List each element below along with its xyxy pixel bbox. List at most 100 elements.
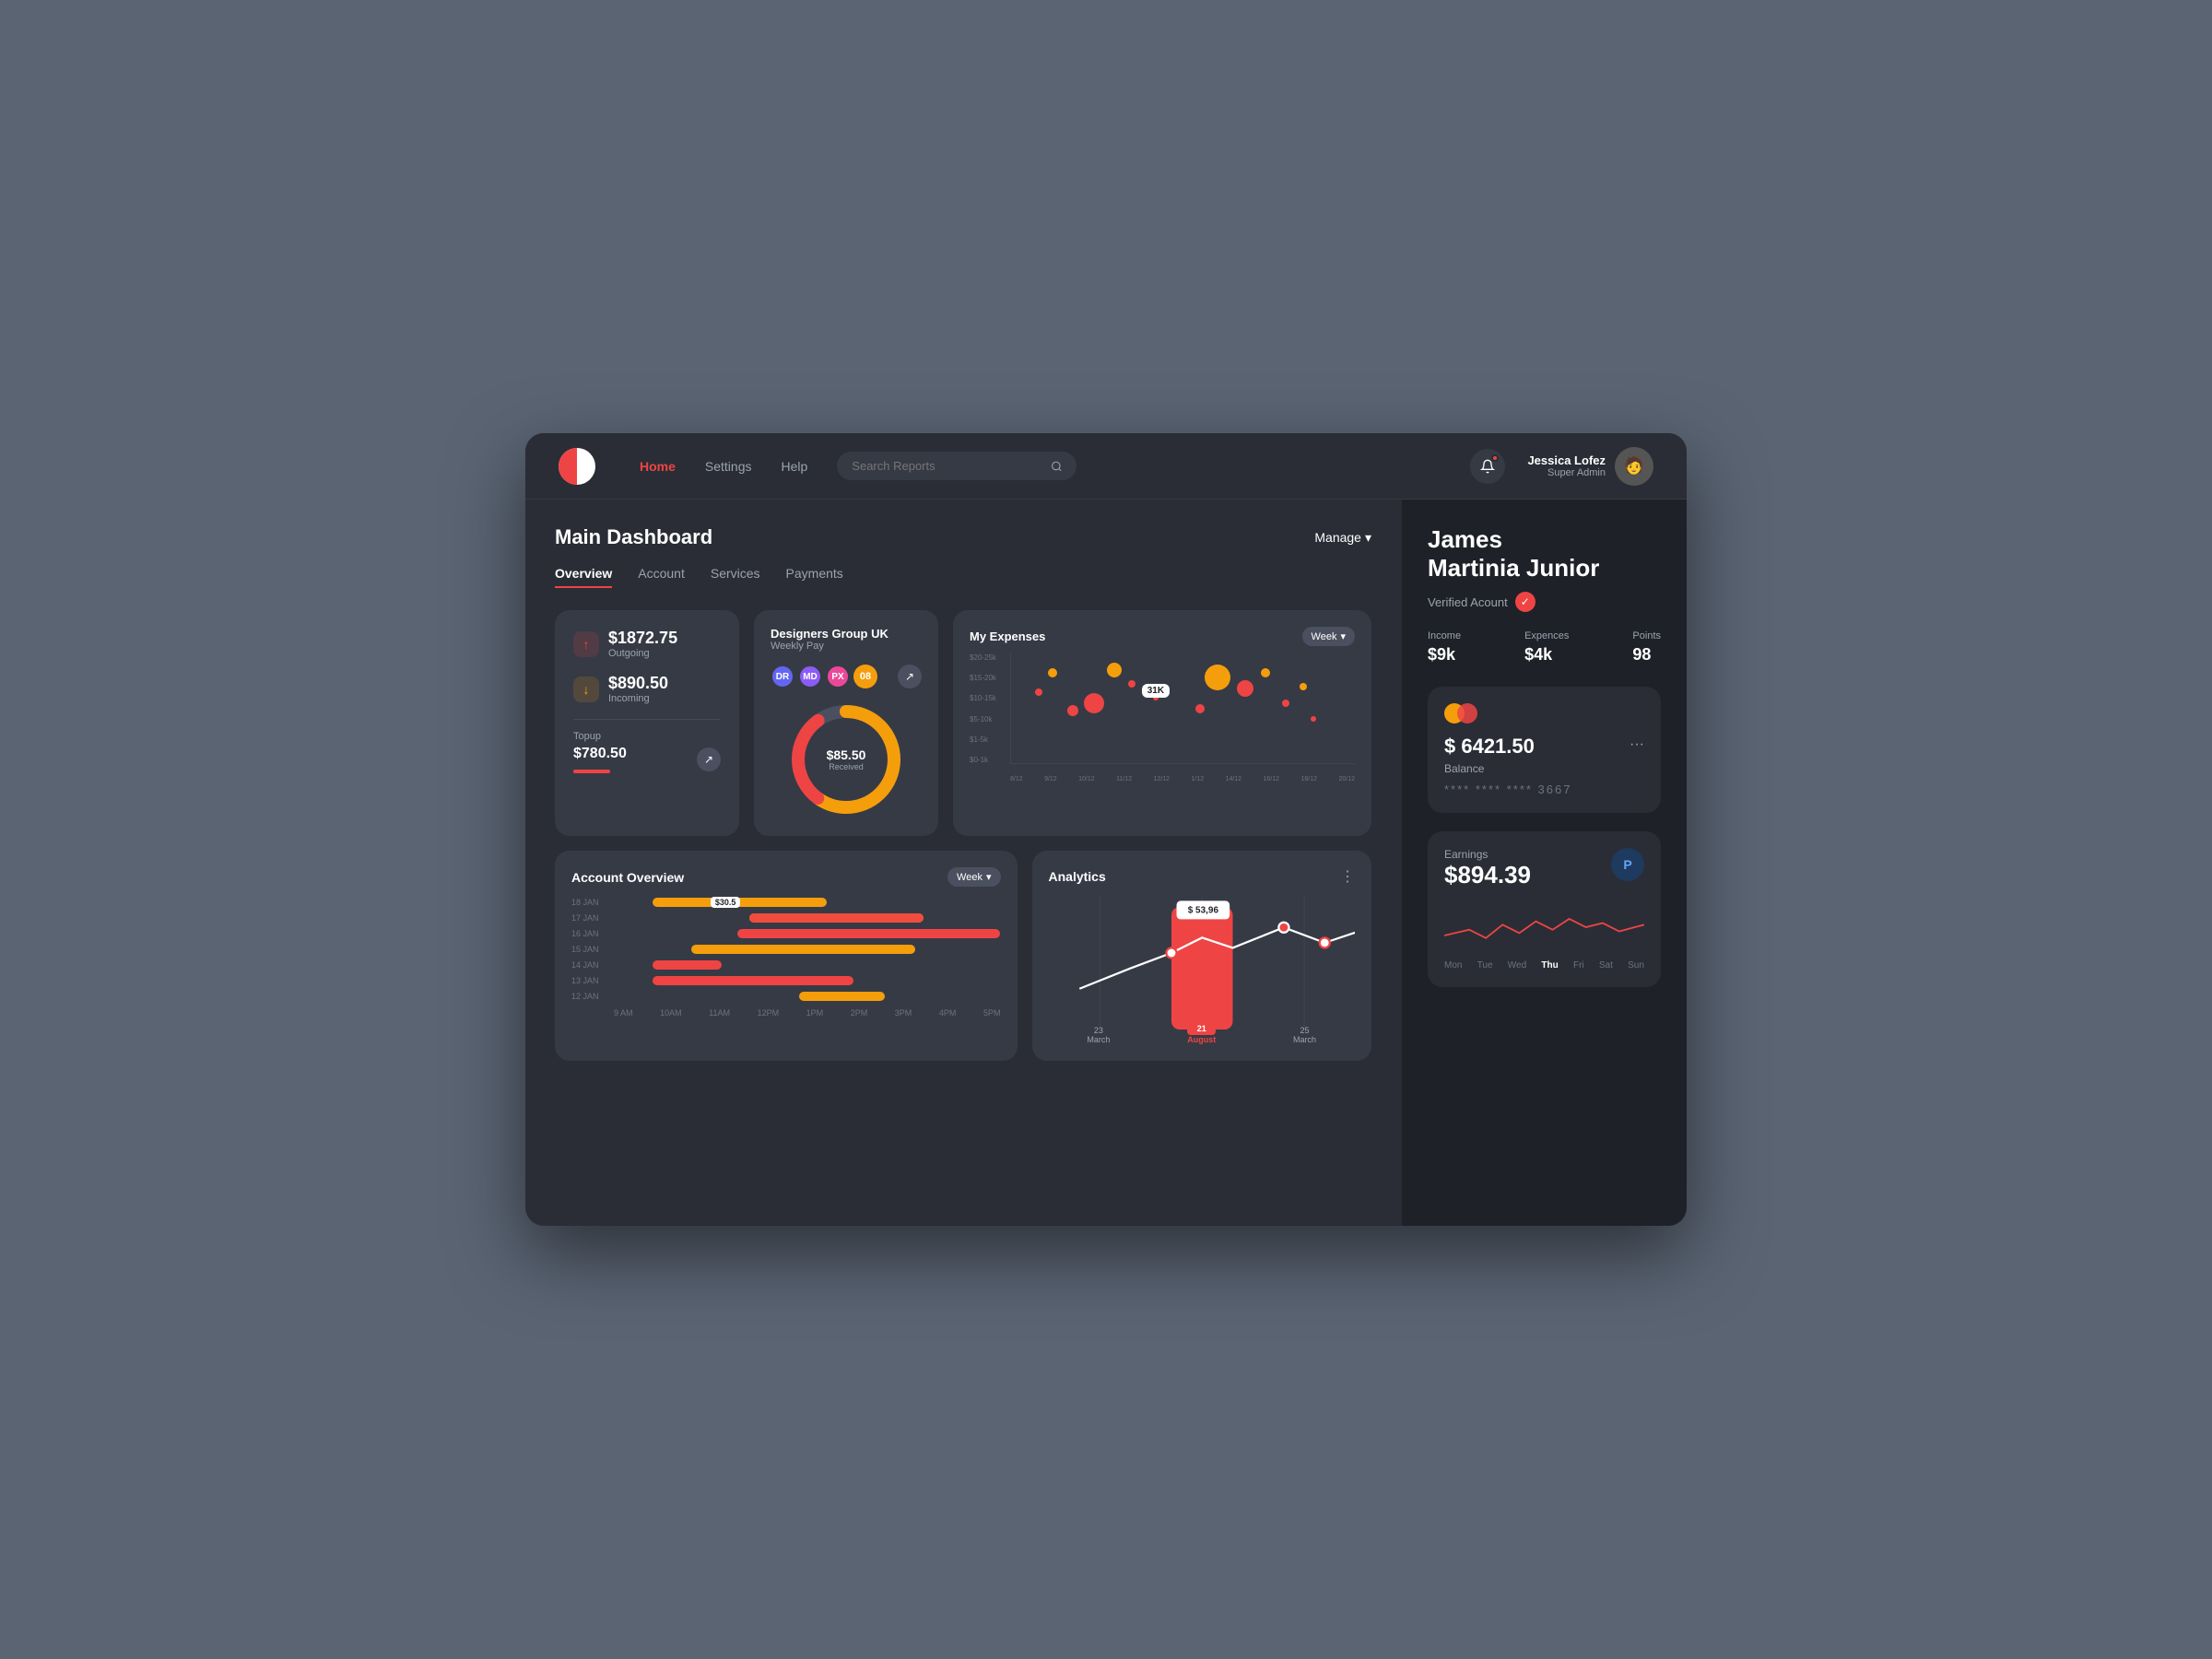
cards-row: ↑ $1872.75 Outgoing ↓ $890.50 Incoming (555, 610, 1371, 836)
topup-value: $780.50 (573, 746, 627, 762)
user-role: Super Admin (1527, 467, 1606, 478)
dot (1048, 668, 1057, 677)
dot (1107, 663, 1122, 677)
gantt-row: 12 JAN (571, 992, 1001, 1001)
day-fri: Fri (1573, 960, 1584, 971)
stats-card: ↑ $1872.75 Outgoing ↓ $890.50 Incoming (555, 610, 739, 836)
gantt-row: 16 JAN (571, 929, 1001, 938)
income-value: $9k (1428, 645, 1461, 665)
balance-more-button[interactable]: ··· (1630, 736, 1644, 753)
earnings-amount: $894.39 (1444, 861, 1531, 889)
earnings-card: Earnings $894.39 P Mon Tue Wed Thu Fri S… (1428, 831, 1661, 987)
page-title: Main Dashboard (555, 525, 712, 549)
outgoing-label: Outgoing (608, 648, 677, 659)
income-stat: Income $9k (1428, 630, 1461, 665)
avatar-px: PX (826, 665, 850, 688)
bottom-row: Account Overview Week ▾ 18 JAN (555, 851, 1371, 1061)
scatter-area: 31K (1010, 653, 1355, 764)
expenses-title: My Expenses (970, 629, 1045, 643)
expenses-stat: Expences $4k (1524, 630, 1569, 665)
analytics-card: Analytics ⋮ (1032, 851, 1372, 1061)
x-label: 16/12 (1264, 776, 1280, 782)
dot (1035, 688, 1042, 696)
nav-settings[interactable]: Settings (705, 459, 752, 474)
tab-account[interactable]: Account (638, 566, 685, 588)
analytics-chart-area: $ 53,96 23 March 21 August (1049, 897, 1356, 1044)
topup-label: Topup (573, 731, 721, 742)
expenses-value: $4k (1524, 645, 1569, 665)
x-label: 14/12 (1226, 776, 1242, 782)
nav-help[interactable]: Help (782, 459, 808, 474)
app-container: Home Settings Help Jessica Lofez Super (525, 433, 1687, 1226)
logo (559, 448, 595, 485)
earnings-header: Earnings $894.39 P (1444, 848, 1644, 900)
y-label-4: $5-10k (970, 715, 996, 724)
left-panel: Main Dashboard Manage ▾ Overview Account… (525, 500, 1401, 1226)
x-label: 12/12 (1154, 776, 1171, 782)
verified-row: Verified Acount ✓ (1428, 592, 1661, 612)
donut-chart: $85.50 Received (771, 700, 922, 819)
balance-card: $ 6421.50 ··· Balance **** **** **** 366… (1428, 687, 1661, 813)
user-name: Jessica Lofez (1527, 453, 1606, 467)
date-21-august: 21 August (1187, 1022, 1216, 1044)
balance-label: Balance (1444, 762, 1644, 775)
nav-links: Home Settings Help (640, 459, 807, 474)
designers-arrow-button[interactable]: ↗ (898, 665, 922, 688)
designers-card: Designers Group UK Weekly Pay DR MD PX 0… (754, 610, 938, 836)
manage-button[interactable]: Manage ▾ (1314, 530, 1371, 546)
ao-week-selector[interactable]: Week ▾ (947, 867, 1000, 887)
card-number: **** **** **** 3667 (1444, 782, 1644, 796)
ao-title: Account Overview (571, 870, 684, 885)
gantt-chart: 18 JAN 17 JAN $30.5 (571, 898, 1001, 1001)
topup-arrow-button[interactable]: ↗ (697, 747, 721, 771)
avatars-row: DR MD PX 08 ↗ (771, 665, 922, 688)
tab-services[interactable]: Services (711, 566, 760, 588)
y-label-1: $20-25k (970, 653, 996, 662)
search-input[interactable] (852, 459, 1042, 473)
profile-name: JamesMartinia Junior (1428, 525, 1661, 582)
scatter-chart: $20-25k $15-20k $10-15k $5-10k $1-5k $0-… (970, 653, 1355, 782)
week-selector[interactable]: Week ▾ (1302, 627, 1355, 646)
dot (1300, 683, 1307, 690)
ao-header: Account Overview Week ▾ (571, 867, 1001, 887)
x-label: 10/12 (1078, 776, 1095, 782)
notifications-button[interactable] (1470, 449, 1505, 484)
designers-title: Designers Group UK (771, 627, 922, 641)
avatar-md: MD (798, 665, 822, 688)
avatar-dr: DR (771, 665, 794, 688)
nav-home[interactable]: Home (640, 459, 676, 474)
outgoing-stat: ↑ $1872.75 Outgoing (573, 629, 721, 659)
day-mon: Mon (1444, 960, 1462, 971)
tab-payments[interactable]: Payments (786, 566, 843, 588)
dot (1128, 680, 1135, 688)
analytics-title: Analytics (1049, 869, 1106, 884)
incoming-value: $890.50 (608, 674, 668, 693)
dot (1282, 700, 1289, 707)
profile-stats-row: Income $9k Expences $4k Points 98 (1428, 630, 1661, 665)
verified-label: Verified Acount (1428, 595, 1508, 609)
nav-right: Jessica Lofez Super Admin 🧑 (1470, 447, 1653, 486)
tabs: Overview Account Services Payments (555, 566, 1371, 588)
gantt-bar (737, 929, 1000, 938)
earnings-sparkline (1444, 904, 1644, 950)
y-label-5: $1-5k (970, 735, 996, 744)
gantt-bar (653, 960, 723, 970)
tab-overview[interactable]: Overview (555, 566, 612, 588)
expenses-card: My Expenses Week ▾ $20-25k $15-20k $10-1… (953, 610, 1371, 836)
dot (1205, 665, 1230, 690)
x-label: 8/12 (1010, 776, 1023, 782)
dot (1261, 668, 1270, 677)
gantt-row: 17 JAN $30.5 (571, 913, 1001, 923)
outgoing-icon: ↑ (573, 631, 599, 657)
gantt-bar (799, 992, 884, 1001)
dashboard-header: Main Dashboard Manage ▾ (555, 525, 1371, 549)
y-label-3: $10-15k (970, 694, 996, 702)
x-axis: 8/12 9/12 10/12 11/12 12/12 1/12 14/12 1… (1010, 776, 1355, 782)
day-thu: Thu (1541, 960, 1558, 971)
more-options-button[interactable]: ⋮ (1340, 867, 1355, 886)
dot (1237, 680, 1253, 697)
gantt-bar (691, 945, 915, 954)
topup-progress (573, 770, 610, 773)
user-text: Jessica Lofez Super Admin (1527, 453, 1606, 478)
analytics-svg: $ 53,96 (1049, 897, 1356, 1030)
